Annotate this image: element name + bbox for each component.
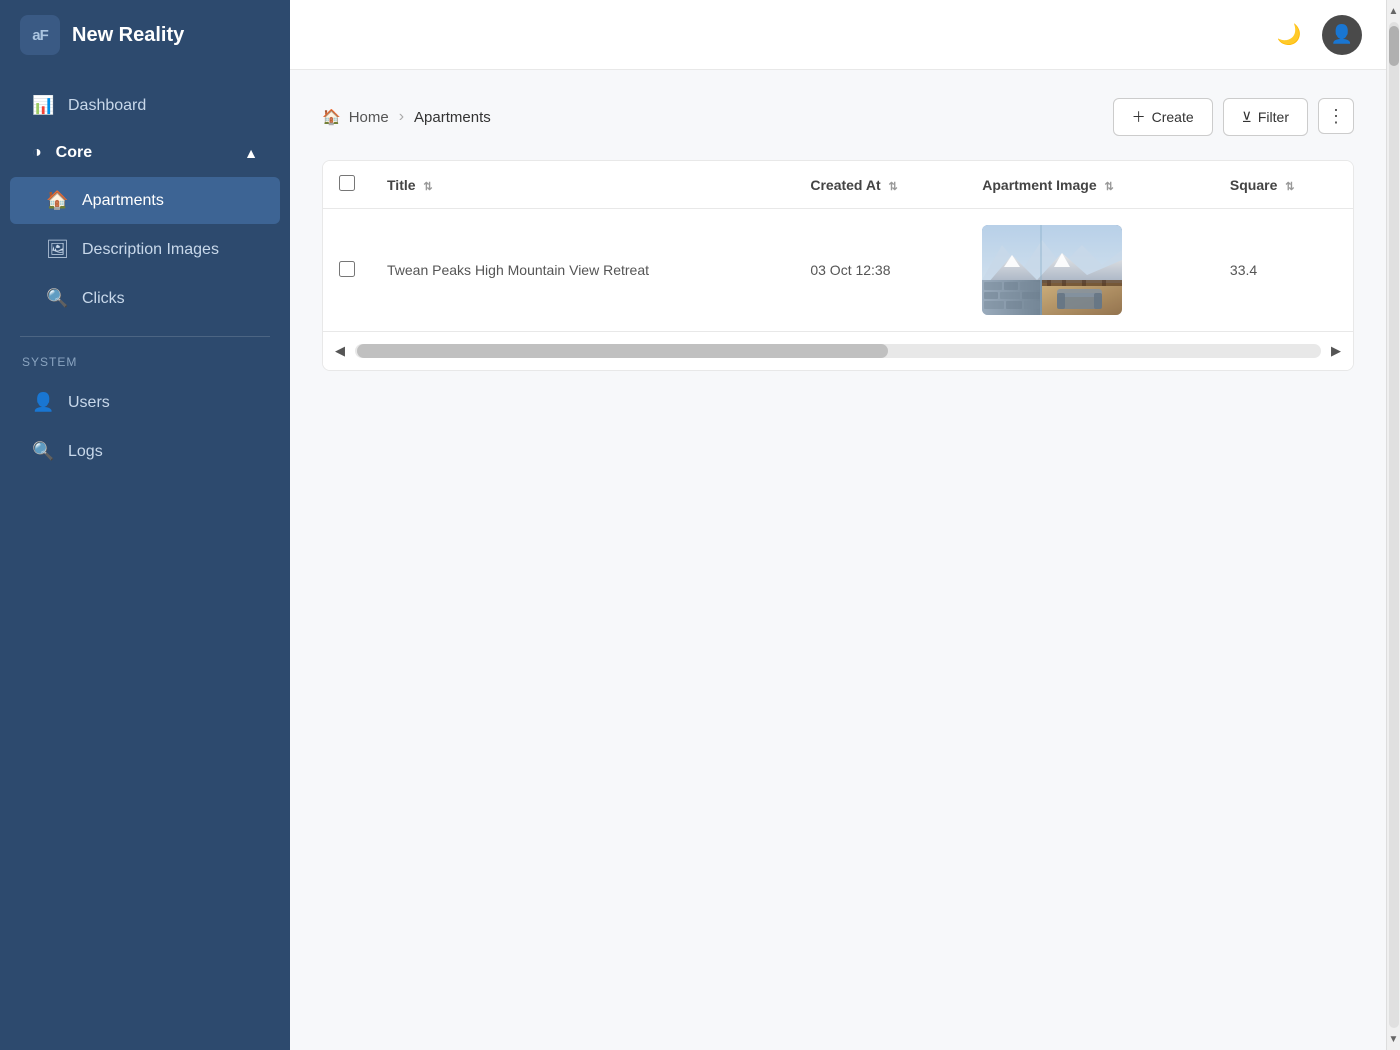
users-icon: 👤 bbox=[32, 392, 54, 413]
square-sort-icon: ⇅ bbox=[1285, 181, 1294, 193]
logs-icon: 🔍 bbox=[32, 441, 54, 462]
vertical-scrollbar: ▲ ▼ bbox=[1386, 0, 1400, 1050]
filter-label: Filter bbox=[1258, 109, 1289, 125]
users-label: Users bbox=[68, 394, 110, 412]
row-square-cell: 33.4 bbox=[1214, 209, 1353, 332]
created-at-sort-icon: ⇅ bbox=[889, 181, 898, 193]
breadcrumb: 🏠 Home › Apartments ＋ Create ⊻ Filter ⋮ bbox=[322, 98, 1354, 136]
sidebar-item-core[interactable]: ◑ Core ▲ bbox=[10, 131, 280, 175]
title-sort-icon: ⇅ bbox=[423, 181, 432, 193]
row-title: Twean Peaks High Mountain View Retreat bbox=[387, 262, 649, 278]
clicks-label: Clicks bbox=[82, 290, 125, 308]
apartments-table: Title ⇅ Created At ⇅ Apartment Image ⇅ bbox=[323, 161, 1353, 331]
filter-button[interactable]: ⊻ Filter bbox=[1223, 98, 1308, 136]
breadcrumb-separator: › bbox=[399, 108, 404, 126]
sidebar-item-apartments[interactable]: 🏠 Apartments bbox=[10, 177, 280, 224]
sidebar: aF New Reality 📊 Dashboard ◑ Core ▲ 🏠 Ap… bbox=[0, 0, 290, 1050]
create-button[interactable]: ＋ Create bbox=[1113, 98, 1213, 136]
sidebar-header: aF New Reality bbox=[0, 0, 290, 70]
table-header-row: Title ⇅ Created At ⇅ Apartment Image ⇅ bbox=[323, 161, 1353, 209]
apartment-image-column-label: Apartment Image bbox=[982, 177, 1096, 193]
row-square: 33.4 bbox=[1230, 262, 1257, 278]
vscroll-down-button[interactable]: ▼ bbox=[1387, 1030, 1400, 1048]
sidebar-item-dashboard[interactable]: 📊 Dashboard bbox=[10, 82, 280, 129]
header-square[interactable]: Square ⇅ bbox=[1214, 161, 1353, 209]
scroll-thumb bbox=[357, 344, 888, 358]
vscroll-thumb bbox=[1389, 26, 1399, 66]
chevron-up-icon: ▲ bbox=[244, 145, 258, 161]
dashboard-icon: 📊 bbox=[32, 95, 54, 116]
row-checkbox[interactable] bbox=[339, 261, 355, 277]
select-all-checkbox[interactable] bbox=[339, 175, 355, 191]
horizontal-scrollbar: ◀ ▶ bbox=[323, 331, 1353, 370]
table-row: Twean Peaks High Mountain View Retreat 0… bbox=[323, 209, 1353, 332]
apartment-image-svg bbox=[982, 225, 1122, 315]
dashboard-label: Dashboard bbox=[68, 97, 146, 115]
clicks-icon: 🔍 bbox=[46, 288, 68, 309]
row-checkbox-cell bbox=[323, 209, 371, 332]
description-images-icon: 🖼 bbox=[46, 239, 68, 260]
scroll-right-button[interactable]: ▶ bbox=[1325, 340, 1347, 362]
breadcrumb-actions: ＋ Create ⊻ Filter ⋮ bbox=[1113, 98, 1354, 136]
description-images-label: Description Images bbox=[82, 241, 219, 259]
apartment-image-sort-icon: ⇅ bbox=[1105, 181, 1114, 193]
apartments-icon: 🏠 bbox=[46, 190, 68, 211]
more-options-button[interactable]: ⋮ bbox=[1318, 98, 1354, 134]
avatar-icon: 👤 bbox=[1331, 24, 1353, 45]
page-content: 🏠 Home › Apartments ＋ Create ⊻ Filter ⋮ bbox=[290, 70, 1386, 1050]
logs-label: Logs bbox=[68, 443, 103, 461]
logo-icon: aF bbox=[20, 15, 60, 55]
core-icon: ◑ bbox=[32, 144, 42, 162]
header-checkbox-cell bbox=[323, 161, 371, 209]
create-icon: ＋ bbox=[1132, 107, 1146, 127]
topbar: 🌙 👤 bbox=[290, 0, 1386, 70]
create-label: Create bbox=[1152, 109, 1194, 125]
nav-divider bbox=[20, 336, 270, 337]
title-column-label: Title bbox=[387, 177, 416, 193]
header-title[interactable]: Title ⇅ bbox=[371, 161, 794, 209]
dark-mode-button[interactable]: 🌙 bbox=[1270, 16, 1308, 54]
data-table-wrapper: Title ⇅ Created At ⇅ Apartment Image ⇅ bbox=[322, 160, 1354, 371]
breadcrumb-current: Apartments bbox=[414, 109, 491, 126]
row-created-at: 03 Oct 12:38 bbox=[810, 262, 890, 278]
header-apartment-image[interactable]: Apartment Image ⇅ bbox=[966, 161, 1214, 209]
scroll-track[interactable] bbox=[355, 344, 1321, 358]
square-column-label: Square bbox=[1230, 177, 1277, 193]
sidebar-item-description-images[interactable]: 🖼 Description Images bbox=[10, 226, 280, 273]
sidebar-item-users[interactable]: 👤 Users bbox=[10, 379, 280, 426]
header-created-at[interactable]: Created At ⇅ bbox=[794, 161, 966, 209]
core-label: Core bbox=[56, 144, 92, 162]
created-at-column-label: Created At bbox=[810, 177, 880, 193]
row-created-at-cell: 03 Oct 12:38 bbox=[794, 209, 966, 332]
row-image-cell bbox=[966, 209, 1214, 332]
breadcrumb-home[interactable]: 🏠 Home bbox=[322, 108, 389, 126]
home-icon: 🏠 bbox=[322, 108, 341, 126]
sidebar-nav: 📊 Dashboard ◑ Core ▲ 🏠 Apartments 🖼 Desc… bbox=[0, 70, 290, 1050]
apartments-label: Apartments bbox=[82, 192, 164, 210]
more-icon: ⋮ bbox=[1327, 106, 1345, 127]
main-content: 🌙 👤 🏠 Home › Apartments ＋ Create ⊻ Filte… bbox=[290, 0, 1386, 1050]
scroll-left-button[interactable]: ◀ bbox=[329, 340, 351, 362]
app-title: New Reality bbox=[72, 24, 184, 47]
filter-icon: ⊻ bbox=[1242, 109, 1252, 126]
user-avatar-button[interactable]: 👤 bbox=[1322, 15, 1362, 55]
row-title-cell: Twean Peaks High Mountain View Retreat bbox=[371, 209, 794, 332]
system-label: SYSTEM bbox=[0, 351, 290, 377]
sidebar-item-clicks[interactable]: 🔍 Clicks bbox=[10, 275, 280, 322]
vscroll-track[interactable] bbox=[1389, 22, 1399, 1028]
vscroll-up-button[interactable]: ▲ bbox=[1387, 2, 1400, 20]
sidebar-item-logs[interactable]: 🔍 Logs bbox=[10, 428, 280, 475]
apartment-image bbox=[982, 225, 1122, 315]
